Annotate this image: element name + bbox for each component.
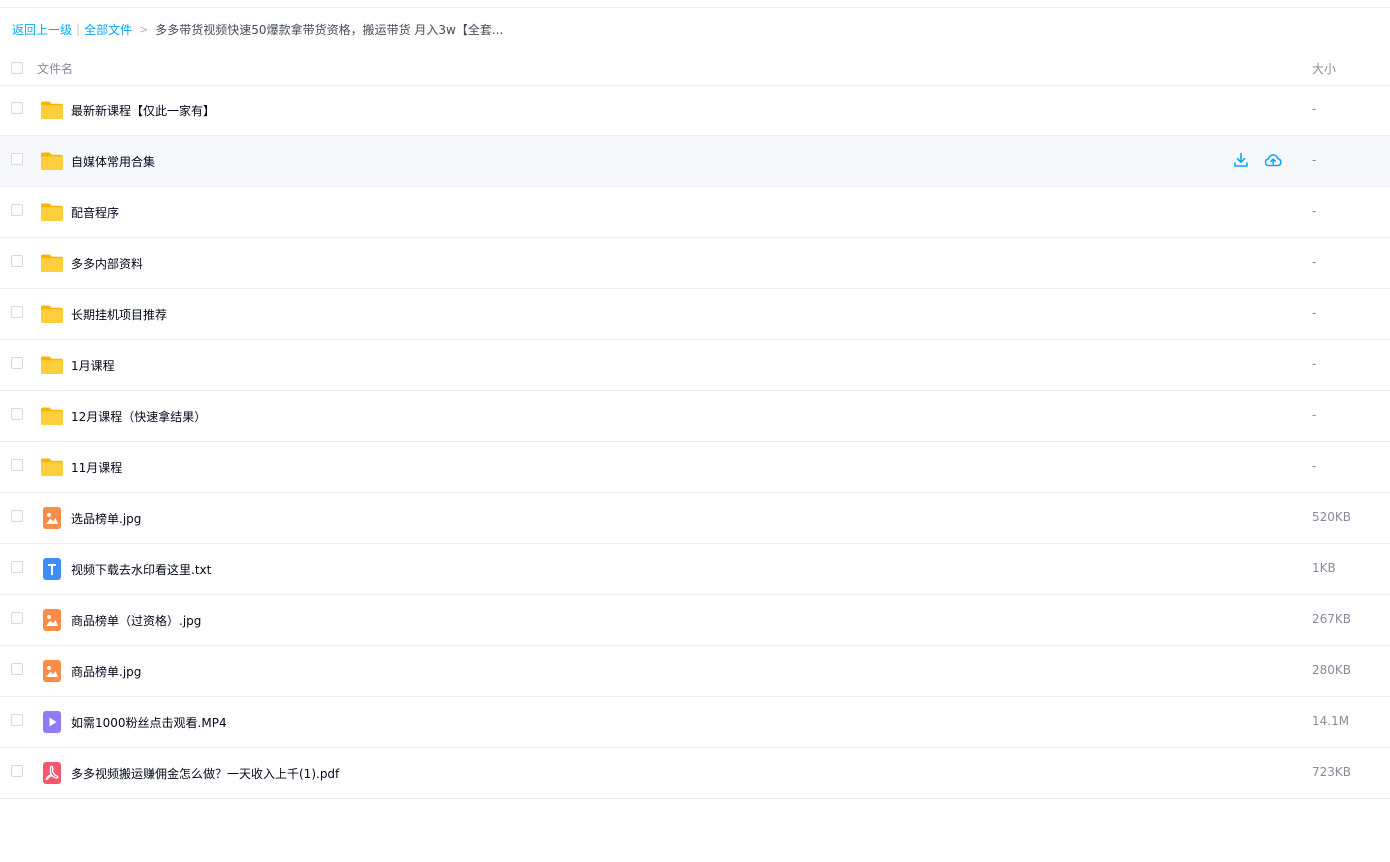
file-size: 520KB <box>1312 510 1352 524</box>
file-size: - <box>1312 255 1317 269</box>
file-name[interactable]: 长期挂机项目推荐 <box>71 306 167 323</box>
back-link[interactable]: 返回上一级 <box>12 21 72 38</box>
file-row[interactable]: 11月课程 - <box>0 442 1390 493</box>
file-row[interactable]: 选品榜单.jpg 520KB <box>0 493 1390 544</box>
file-row[interactable]: 视频下载去水印看这里.txt 1KB <box>0 544 1390 595</box>
image-file-icon <box>39 607 65 633</box>
breadcrumb: 返回上一级 | 全部文件 > 多多带货视频快速50爆款拿带货资格，搬运带货 月入… <box>12 19 503 39</box>
file-size: - <box>1312 459 1317 473</box>
file-browser: 返回上一级 | 全部文件 > 多多带货视频快速50爆款拿带货资格，搬运带货 月入… <box>0 0 1390 862</box>
file-name[interactable]: 11月课程 <box>71 459 122 476</box>
row-checkbox[interactable] <box>11 561 23 573</box>
file-row[interactable]: 多多内部资料 - <box>0 238 1390 289</box>
row-checkbox[interactable] <box>11 204 23 216</box>
folder-icon <box>39 250 65 276</box>
column-header-name[interactable]: 文件名 <box>37 60 73 77</box>
file-size: - <box>1312 102 1317 116</box>
file-name[interactable]: 多多内部资料 <box>71 255 143 272</box>
file-row[interactable]: 最新新课程【仅此一家有】 - <box>0 85 1390 136</box>
breadcrumb-arrow: > <box>139 22 149 36</box>
file-row[interactable]: 多多视频搬运赚佣金怎么做？一天收入上千(1).pdf 723KB <box>0 748 1390 799</box>
file-size: 14.1M <box>1312 714 1350 728</box>
file-name[interactable]: 视频下载去水印看这里.txt <box>71 561 211 578</box>
folder-icon <box>39 301 65 327</box>
file-name[interactable]: 自媒体常用合集 <box>71 153 155 170</box>
row-checkbox[interactable] <box>11 102 23 114</box>
folder-icon <box>39 454 65 480</box>
row-checkbox[interactable] <box>11 357 23 369</box>
row-checkbox[interactable] <box>11 306 23 318</box>
file-size: - <box>1312 408 1317 422</box>
file-size: 1KB <box>1312 561 1336 575</box>
breadcrumb-pipe: | <box>76 22 81 36</box>
folder-icon <box>39 97 65 123</box>
file-row[interactable]: 1月课程 - <box>0 340 1390 391</box>
video-file-icon <box>39 709 65 735</box>
file-row[interactable]: 如需1000粉丝点击观看.MP4 14.1M <box>0 697 1390 748</box>
file-size: - <box>1312 153 1317 167</box>
file-name[interactable]: 最新新课程【仅此一家有】 <box>71 102 215 119</box>
file-row[interactable]: 长期挂机项目推荐 - <box>0 289 1390 340</box>
pdf-file-icon <box>39 760 65 786</box>
file-name[interactable]: 选品榜单.jpg <box>71 510 141 527</box>
file-size: - <box>1312 306 1317 320</box>
image-file-icon <box>39 505 65 531</box>
text-file-icon <box>39 556 65 582</box>
row-checkbox[interactable] <box>11 714 23 726</box>
file-row[interactable]: 商品榜单（过资格）.jpg 267KB <box>0 595 1390 646</box>
download-icon[interactable] <box>1231 150 1251 170</box>
file-name[interactable]: 商品榜单（过资格）.jpg <box>71 612 201 629</box>
file-row[interactable]: 配音程序 - <box>0 187 1390 238</box>
file-size: 280KB <box>1312 663 1352 677</box>
row-checkbox[interactable] <box>11 459 23 471</box>
file-name[interactable]: 多多视频搬运赚佣金怎么做？一天收入上千(1).pdf <box>71 765 339 782</box>
file-size: - <box>1312 204 1317 218</box>
file-row[interactable]: 自媒体常用合集 - <box>0 136 1390 187</box>
file-list: 最新新课程【仅此一家有】 - 自媒体常用合集 - 配音程序 - 多多内部资料 -… <box>0 85 1390 799</box>
row-checkbox[interactable] <box>11 408 23 420</box>
row-checkbox[interactable] <box>11 663 23 675</box>
top-divider <box>0 7 1390 8</box>
file-row[interactable]: 12月课程（快速拿结果） - <box>0 391 1390 442</box>
folder-icon <box>39 352 65 378</box>
row-checkbox[interactable] <box>11 612 23 624</box>
folder-icon <box>39 148 65 174</box>
row-checkbox[interactable] <box>11 510 23 522</box>
folder-icon <box>39 199 65 225</box>
row-checkbox[interactable] <box>11 765 23 777</box>
file-name[interactable]: 如需1000粉丝点击观看.MP4 <box>71 714 227 731</box>
file-name[interactable]: 12月课程（快速拿结果） <box>71 408 206 425</box>
file-size: 723KB <box>1312 765 1352 779</box>
file-name[interactable]: 配音程序 <box>71 204 119 221</box>
breadcrumb-current: 多多带货视频快速50爆款拿带货资格，搬运带货 月入3w【全套... <box>155 22 504 37</box>
list-header: 文件名 大小 <box>0 50 1390 86</box>
file-name[interactable]: 1月课程 <box>71 357 115 374</box>
file-size: 267KB <box>1312 612 1352 626</box>
image-file-icon <box>39 658 65 684</box>
save-to-cloud-icon[interactable] <box>1263 150 1283 170</box>
folder-icon <box>39 403 65 429</box>
row-checkbox[interactable] <box>11 153 23 165</box>
column-header-size[interactable]: 大小 <box>1312 60 1336 77</box>
file-row[interactable]: 商品榜单.jpg 280KB <box>0 646 1390 697</box>
all-files-link[interactable]: 全部文件 <box>84 21 132 38</box>
file-name[interactable]: 商品榜单.jpg <box>71 663 141 680</box>
row-checkbox[interactable] <box>11 255 23 267</box>
file-size: - <box>1312 357 1317 371</box>
select-all-checkbox[interactable] <box>11 62 23 74</box>
